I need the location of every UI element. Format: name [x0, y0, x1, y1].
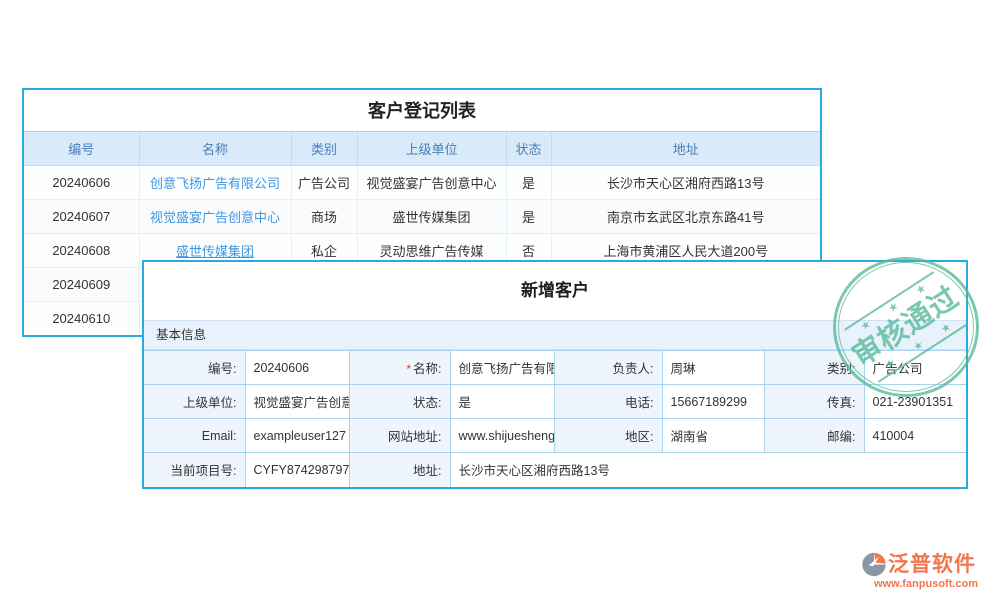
field-input-name[interactable]: 创意飞扬广告有限: [450, 351, 554, 385]
cell-number: 20240607: [24, 199, 139, 233]
col-header-category: 类别: [291, 132, 357, 165]
field-label-address: 地址:: [349, 453, 450, 487]
brand-name: 泛普软件: [888, 552, 976, 578]
col-header-parent-unit: 上级单位: [357, 132, 506, 165]
field-label-website: 网站地址:: [349, 419, 450, 453]
cell-address: 南京市玄武区北京东路41号: [551, 199, 820, 233]
field-label-status: 状态:: [349, 385, 450, 419]
field-input-phone[interactable]: 15667189299: [662, 385, 764, 419]
customer-form: 编号: 20240606 *名称: 创意飞扬广告有限 负责人: 周琳 类别: 广…: [144, 350, 966, 487]
field-input-category[interactable]: 广告公司: [864, 351, 966, 385]
dialog-title: 新增客户: [144, 262, 966, 320]
field-input-number[interactable]: 20240606: [245, 351, 349, 385]
list-title: 客户登记列表: [24, 90, 820, 132]
field-label-fax: 传真:: [764, 385, 864, 419]
cell-category: 商场: [291, 199, 357, 233]
col-header-name: 名称: [139, 132, 291, 165]
field-label-email: Email:: [144, 419, 245, 453]
col-header-address: 地址: [551, 132, 820, 165]
field-label-phone: 电话:: [554, 385, 662, 419]
field-label-region: 地区:: [554, 419, 662, 453]
table-row: 20240606 创意飞扬广告有限公司 广告公司 视觉盛宴广告创意中心 是 长沙…: [24, 165, 820, 199]
field-label-category: 类别:: [764, 351, 864, 385]
cell-address: 长沙市天心区湘府西路13号: [551, 165, 820, 199]
cell-number: 20240610: [24, 301, 139, 335]
field-input-region[interactable]: 湖南省: [662, 419, 764, 453]
field-input-status[interactable]: 是: [450, 385, 554, 419]
cell-number: 20240608: [24, 233, 139, 267]
cell-status: 是: [506, 199, 551, 233]
fanpu-logo-icon: [860, 551, 888, 578]
table-row: 20240607 视觉盛宴广告创意中心 商场 盛世传媒集团 是 南京市玄武区北京…: [24, 199, 820, 233]
cell-number: 20240606: [24, 165, 139, 199]
field-input-manager[interactable]: 周琳: [662, 351, 764, 385]
customer-name-link[interactable]: 盛世传媒集团: [176, 244, 254, 259]
cell-category: 广告公司: [291, 165, 357, 199]
field-label-project-number: 当前项目号:: [144, 453, 245, 487]
col-header-number: 编号: [24, 132, 139, 165]
section-basic-info: 基本信息: [144, 320, 966, 350]
col-header-status: 状态: [506, 132, 551, 165]
brand-logo: 泛普软件 www.fanpusoft.com: [860, 551, 992, 590]
cell-parent-unit: 视觉盛宴广告创意中心: [357, 165, 506, 199]
field-input-email[interactable]: exampleuser127: [245, 419, 349, 453]
field-input-fax[interactable]: 021-23901351: [864, 385, 966, 419]
cell-parent-unit: 盛世传媒集团: [357, 199, 506, 233]
field-input-zipcode[interactable]: 410004: [864, 419, 966, 453]
customer-name-link[interactable]: 创意飞扬广告有限公司: [150, 176, 280, 191]
customer-name-link[interactable]: 视觉盛宴广告创意中心: [150, 210, 280, 225]
field-input-address[interactable]: 长沙市天心区湘府西路13号: [450, 453, 966, 487]
table-header-row: 编号 名称 类别 上级单位 状态 地址: [24, 132, 820, 165]
field-label-manager: 负责人:: [554, 351, 662, 385]
field-input-project-number[interactable]: CYFY8742987979: [245, 453, 349, 487]
cell-status: 是: [506, 165, 551, 199]
add-customer-dialog: 新增客户 基本信息 编号: 20240606 *名称: 创意飞扬广告有限 负责人…: [142, 260, 968, 489]
required-asterisk: *: [406, 362, 411, 376]
field-input-parent-unit[interactable]: 视觉盛宴广告创意: [245, 385, 349, 419]
cell-number: 20240609: [24, 267, 139, 301]
field-label-zipcode: 邮编:: [764, 419, 864, 453]
field-label-number: 编号:: [144, 351, 245, 385]
brand-url[interactable]: www.fanpusoft.com: [860, 578, 992, 590]
field-input-website[interactable]: www.shijuesheng: [450, 419, 554, 453]
field-label-name: *名称:: [349, 351, 450, 385]
field-label-parent-unit: 上级单位:: [144, 385, 245, 419]
